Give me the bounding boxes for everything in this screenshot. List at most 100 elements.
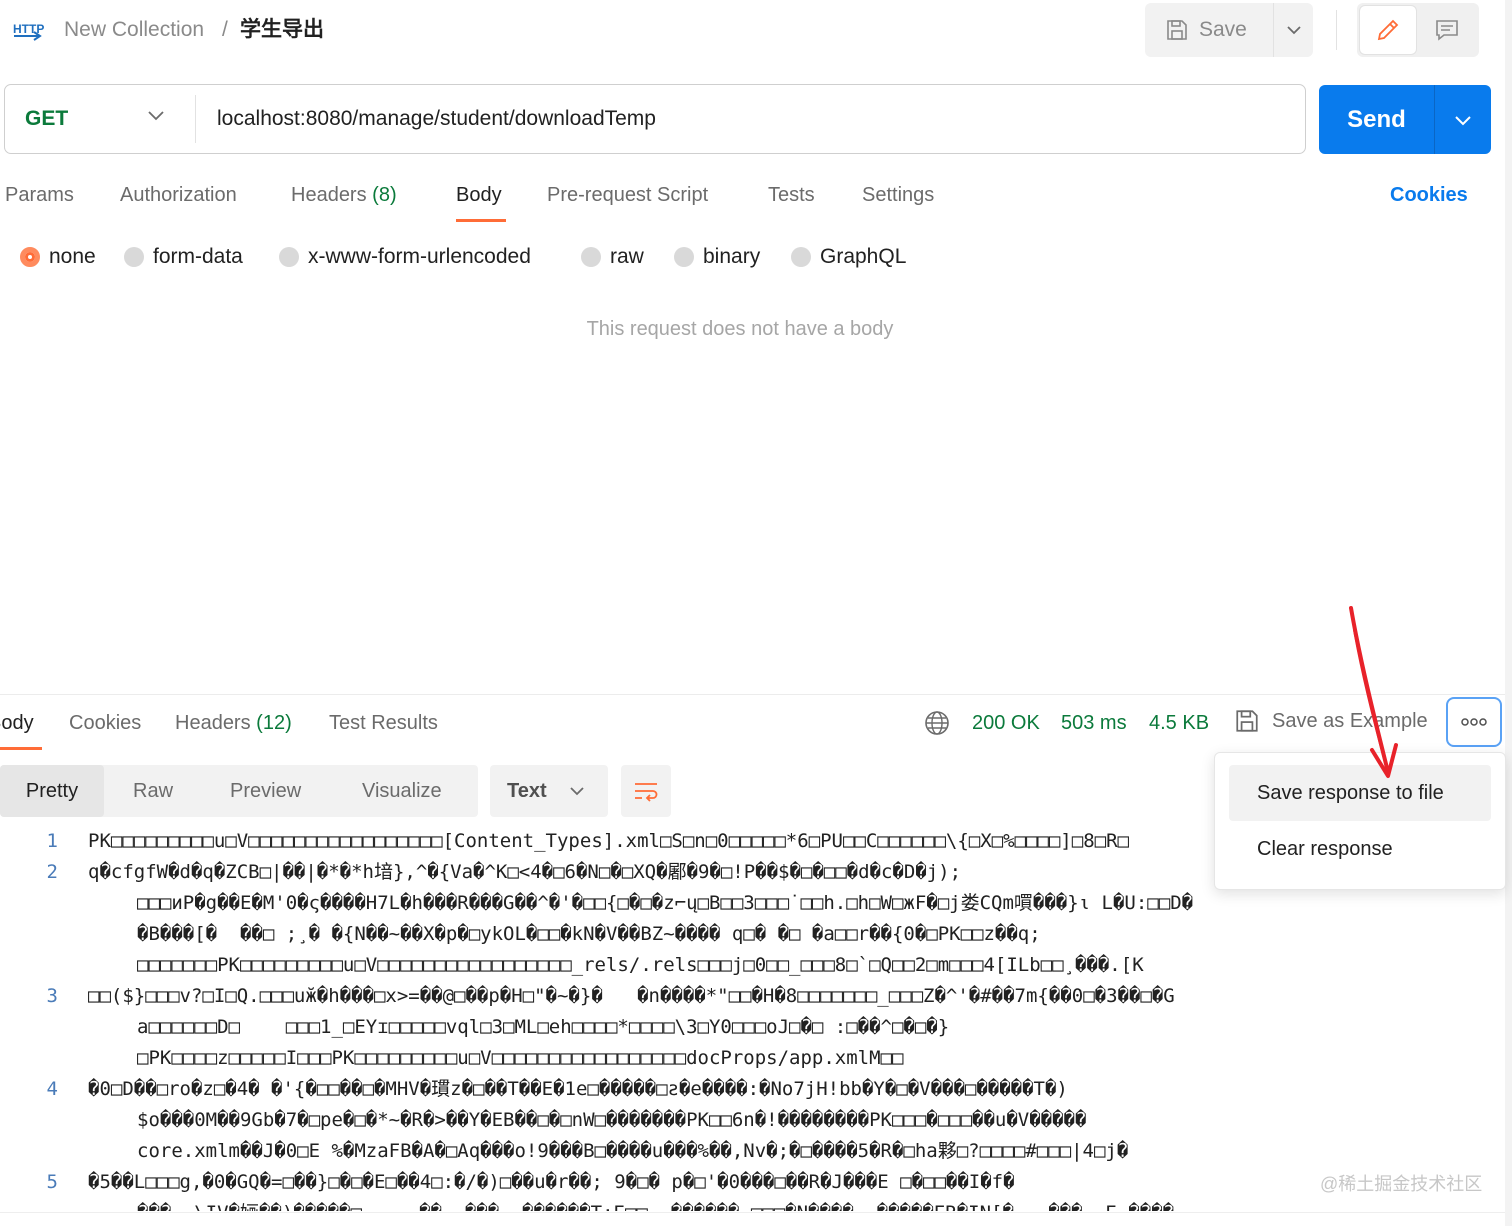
line-text: q�cfgfW�d�q�ZCB□|��|�*�*h堷},^�{Va�^K□<4�… — [88, 861, 962, 883]
annotation-arrow — [1349, 606, 1398, 778]
http-request-icon: HTTP — [13, 22, 44, 41]
comment-icon — [1436, 20, 1458, 41]
view-visualize-button[interactable]: Visualize — [362, 765, 442, 817]
radio-indicator — [279, 247, 299, 267]
view-pretty-button[interactable]: Pretty — [0, 765, 104, 817]
response-tab-test-results[interactable]: Test Results — [329, 710, 438, 736]
line-number: 1 — [46, 830, 58, 852]
save-disk-icon — [1167, 20, 1187, 40]
cookies-link[interactable]: Cookies — [1390, 182, 1468, 208]
code-line: �B���[� ��□ ;¸� �{N��~��X�p�□ykOL�□□�kN�… — [0, 919, 1505, 950]
response-tab-headers-label: Headers — [175, 712, 251, 734]
line-text: □□($}□□□v?□I□Q.□□□uӂ�h���□x>=��@□��p�H□"… — [88, 985, 1175, 1007]
svg-text:HTTP: HTTP — [13, 22, 44, 36]
line-text: ��� \IV�婳��)�����□ ~ �� ��� ������T:E□□ … — [137, 1198, 1174, 1211]
request-name[interactable]: 学生导出 — [240, 16, 324, 44]
send-options-dropdown[interactable] — [1435, 85, 1491, 154]
line-text: □□□иP�g��E�M'0�ς����H7L�h���R���G��^�'�□… — [137, 892, 1194, 914]
wrap-lines-icon — [635, 783, 658, 802]
globe-icon[interactable] — [924, 710, 950, 736]
line-number: 4 — [46, 1078, 58, 1100]
url-divider — [195, 95, 196, 143]
method-label: GET — [25, 106, 69, 130]
chevron-down-icon — [1287, 26, 1301, 35]
code-line: a□□□□□□D□ □□□1_□EYɪ□□□□□vql□3□ML□eh□□□□*… — [0, 1012, 1505, 1043]
view-raw-button[interactable]: Raw — [133, 765, 173, 817]
radio-raw[interactable]: raw — [581, 244, 644, 270]
response-time[interactable]: 503 ms — [1061, 710, 1127, 736]
empty-body-message: This request does not have a body — [586, 318, 894, 340]
url-input[interactable] — [205, 95, 1297, 143]
line-number: 2 — [46, 861, 58, 883]
response-size[interactable]: 4.5 KB — [1149, 710, 1209, 736]
line-text: �5��L□□□g,�0�GQ�=□��}□�□�E□��4□:�/�)□��u… — [88, 1171, 1015, 1193]
tab-headers-label: Headers — [291, 184, 367, 206]
line-number: 5 — [46, 1171, 58, 1193]
code-line: 4 �0□D��□ro�z□�4� �'{�□□��□�MHV�瑻z�□��T��… — [0, 1074, 1505, 1105]
line-text: a□□□□□□D□ □□□1_□EYɪ□□□□□vql□3□ML□eh□□□□*… — [137, 1016, 950, 1038]
line-text: $o���0M��9Gb�7�□pe�□�*~�R�>��Y�EB��□�□nW… — [137, 1109, 1087, 1131]
tab-headers[interactable]: Headers (8) — [291, 182, 397, 208]
response-tab-cookies[interactable]: Cookies — [69, 710, 141, 736]
line-text: core.xmlm��J�0□E %�MzaFB�A�□Aq���o!9���B… — [137, 1140, 1129, 1162]
save-button[interactable]: Save — [1145, 3, 1271, 57]
send-button[interactable]: Send — [1319, 85, 1434, 154]
code-line: □PK□□□□z□□□□□I□□□PK□□□□□□□□□u□V□□□□□□□□□… — [0, 1043, 1505, 1074]
line-text: □□□□□□□PK□□□□□□□□□u□V□□□□□□□□□□□□□□□□□_r… — [137, 954, 1144, 976]
radio-indicator — [674, 247, 694, 267]
chevron-down-icon — [148, 111, 164, 121]
tab-settings[interactable]: Settings — [862, 182, 934, 208]
radio-selected-indicator — [20, 247, 40, 267]
edit-mode-button[interactable] — [1360, 6, 1416, 54]
url-bar: GET — [4, 84, 1306, 154]
response-panel-divider — [0, 694, 1505, 695]
breadcrumb-separator: / — [222, 18, 228, 41]
window-right-edge — [1505, 0, 1512, 1226]
documentation-mode-button[interactable] — [1419, 6, 1475, 54]
radio-indicator — [124, 247, 144, 267]
response-format-select[interactable]: Text — [490, 765, 608, 817]
save-options-dropdown[interactable] — [1273, 3, 1314, 57]
more-options-button[interactable] — [1446, 697, 1502, 747]
radio-graphql[interactable]: GraphQL — [791, 244, 906, 270]
radio-label: form-data — [153, 245, 243, 268]
clear-response-item[interactable]: Clear response — [1229, 821, 1491, 877]
chevron-down-icon — [570, 787, 584, 796]
response-tab-headers[interactable]: Headers (12) — [175, 710, 292, 736]
radio-binary[interactable]: binary — [674, 244, 760, 270]
line-text: PK□□□□□□□□□u□V□□□□□□□□□□□□□□□□□[Content_… — [88, 830, 1129, 852]
pencil-icon — [1377, 19, 1399, 41]
view-preview-button[interactable]: Preview — [230, 765, 301, 817]
code-line: core.xmlm��J�0□E %�MzaFB�A�□Aq���o!9���B… — [0, 1136, 1505, 1167]
code-line: $o���0M��9Gb�7�□pe�□�*~�R�>��Y�EB��□�□nW… — [0, 1105, 1505, 1136]
radio-indicator — [791, 247, 811, 267]
radio-x-www-form-urlencoded[interactable]: x-www-form-urlencoded — [279, 244, 531, 270]
code-line: 5 �5��L□□□g,�0�GQ�=□��}□�□�E□��4□:�/�)□��… — [0, 1167, 1505, 1198]
save-label: Save — [1199, 18, 1247, 41]
tab-authorization[interactable]: Authorization — [120, 182, 237, 208]
response-status[interactable]: 200 OK — [972, 710, 1040, 736]
radio-label: raw — [610, 245, 644, 268]
response-tab-headers-count: (12) — [256, 712, 292, 734]
code-line: □□□иP�g��E�M'0�ς����H7L�h���R���G��^�'�□… — [0, 888, 1505, 919]
radio-none[interactable]: none — [20, 244, 96, 270]
breadcrumb-collection[interactable]: New Collection — [64, 16, 204, 44]
tab-pre-request-script[interactable]: Pre-request Script — [547, 182, 708, 208]
view-mode-toggle — [1357, 3, 1479, 57]
tab-tests[interactable]: Tests — [768, 182, 815, 208]
tab-params[interactable]: Params — [5, 182, 74, 208]
tab-headers-count: (8) — [372, 184, 397, 206]
radio-label: GraphQL — [820, 245, 907, 268]
code-line: ��� \IV�婳��)�����□ ~ �� ��� ������T:E□□ … — [0, 1198, 1505, 1211]
chevron-down-icon — [1455, 115, 1471, 125]
response-format-label: Text — [507, 779, 547, 802]
wrap-lines-button[interactable] — [621, 765, 671, 817]
radio-form-data[interactable]: form-data — [124, 244, 243, 270]
tab-body[interactable]: Body — [456, 182, 502, 208]
radio-label: none — [49, 245, 96, 268]
line-text: �0□D��□ro�z□�4� �'{�□□��□�MHV�瑻z�□��T��E… — [88, 1078, 1068, 1100]
response-tab-body[interactable]: Body — [0, 710, 34, 736]
radio-label: binary — [703, 245, 761, 268]
line-number: 3 — [46, 985, 58, 1007]
method-select[interactable]: GET — [5, 85, 195, 152]
